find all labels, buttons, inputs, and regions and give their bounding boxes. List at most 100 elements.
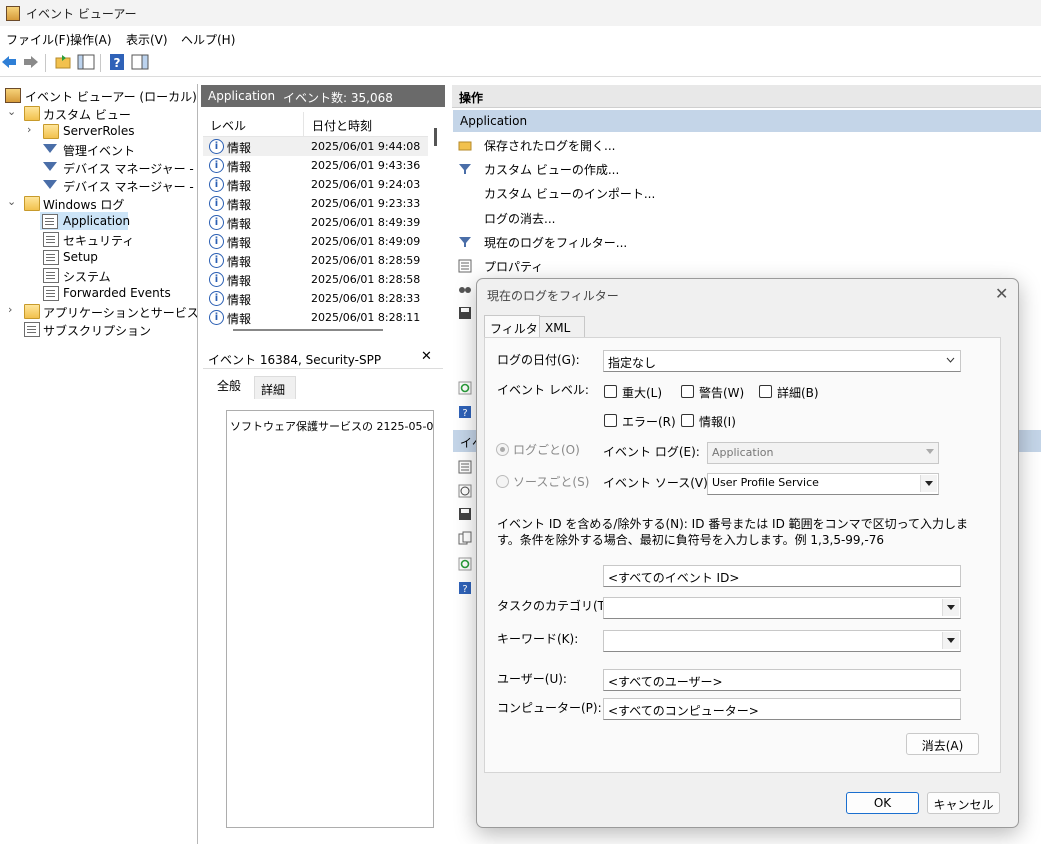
by-source-radio[interactable] (496, 475, 509, 488)
information-icon: i (209, 253, 224, 268)
information-icon: i (209, 272, 224, 287)
menu-file[interactable]: ファイル(F) (6, 31, 70, 48)
tree-device-manager-2[interactable]: デバイス マネージャー - Broth (5, 176, 197, 194)
event-row[interactable]: i 情報 2025/06/01 8:28:59 (203, 251, 428, 270)
critical-checkbox[interactable] (604, 385, 617, 398)
tree-forwarded-events[interactable]: Forwarded Events (5, 284, 195, 302)
help-icon[interactable]: ? (108, 53, 126, 71)
show-hide-tree-icon[interactable] (77, 53, 95, 71)
warning-checkbox[interactable] (681, 385, 694, 398)
menu-action[interactable]: 操作(A) (70, 31, 112, 48)
computer-input[interactable]: <すべてのコンピューター> (603, 698, 961, 720)
event-row[interactable]: i 情報 2025/06/01 9:23:33 (203, 194, 428, 213)
svg-text:?: ? (462, 408, 467, 419)
action-clear-log[interactable]: ログの消去... (484, 210, 555, 227)
tree-server-roles[interactable]: › ServerRoles (5, 122, 195, 140)
event-row[interactable]: i 情報 2025/06/01 8:28:58 (203, 270, 428, 289)
user-input[interactable]: <すべてのユーザー> (603, 669, 961, 691)
chevron-down-icon (946, 357, 955, 363)
tab-details[interactable]: 詳細 (254, 376, 296, 399)
tab-filter[interactable]: フィルター (484, 315, 540, 353)
chevron-right-icon[interactable]: › (27, 123, 31, 136)
tree-system[interactable]: システム (5, 266, 195, 284)
event-row[interactable]: i 情報 2025/06/01 8:49:09 (203, 232, 428, 251)
event-row[interactable]: i 情報 2025/06/01 8:28:33 (203, 289, 428, 308)
tree-custom-views[interactable]: ⌄ カスタム ビュー (5, 104, 195, 122)
event-row[interactable]: i 情報 2025/06/01 8:49:39 (203, 213, 428, 232)
close-icon[interactable]: ✕ (995, 284, 1008, 303)
dialog-title: 現在のログをフィルター (487, 289, 619, 303)
event-source-dropdown[interactable]: User Profile Service (707, 473, 939, 495)
event-log-dropdown[interactable]: Application (707, 442, 939, 464)
task-category-dropdown[interactable] (603, 597, 961, 619)
back-arrow-icon[interactable] (0, 53, 18, 71)
event-row[interactable]: i 情報 2025/06/01 9:24:03 (203, 175, 428, 194)
tree-application[interactable]: Application (40, 212, 130, 230)
tree-windows-logs[interactable]: ⌄ Windows ログ (5, 194, 195, 212)
chevron-down-icon (942, 599, 959, 616)
by-log-radio[interactable] (496, 443, 509, 456)
properties-icon (458, 259, 472, 273)
tab-general[interactable]: 全般 (217, 377, 241, 394)
chevron-down-icon[interactable]: ⌄ (7, 195, 16, 208)
tree-app-services-logs[interactable]: › アプリケーションとサービス ログ (5, 302, 197, 320)
vertical-scrollbar[interactable] (434, 128, 437, 146)
open-folder-icon[interactable] (54, 53, 72, 71)
event-row[interactable]: i 情報 2025/06/01 8:28:11 (203, 308, 428, 327)
action-import-custom-view[interactable]: カスタム ビューのインポート... (484, 185, 655, 202)
tree-subscriptions[interactable]: サブスクリプション (5, 320, 195, 338)
tree-device-manager-1[interactable]: デバイス マネージャー - Broth (5, 158, 197, 176)
save-icon (459, 508, 471, 520)
by-log-label: ログごと(O) (513, 443, 580, 457)
tree-security[interactable]: セキュリティ (5, 230, 195, 248)
column-datetime[interactable]: 日付と時刻 (304, 112, 428, 137)
cancel-button[interactable]: キャンセル (927, 792, 1000, 814)
action-filter-current-log[interactable]: 現在のログをフィルター... (484, 234, 627, 251)
folder-icon (24, 304, 40, 319)
svg-text:?: ? (462, 584, 467, 595)
event-datetime: 2025/06/01 8:49:39 (311, 216, 421, 229)
subscriptions-icon (24, 322, 40, 337)
log-date-dropdown[interactable]: 指定なし (603, 350, 961, 372)
filter-icon (459, 164, 471, 174)
event-row[interactable]: i 情報 2025/06/01 9:43:36 (203, 156, 428, 175)
show-hide-actions-icon[interactable] (131, 53, 149, 71)
tab-xml[interactable]: XML (539, 316, 585, 339)
tree-setup[interactable]: Setup (5, 248, 195, 266)
action-create-custom-view[interactable]: カスタム ビューの作成... (484, 161, 619, 178)
toolbar: ? (0, 50, 1041, 77)
horizontal-scrollbar[interactable] (233, 329, 383, 331)
action-properties[interactable]: プロパティ (484, 258, 543, 275)
ok-button[interactable]: OK (846, 792, 919, 814)
event-datetime: 2025/06/01 8:28:58 (311, 273, 421, 286)
information-checkbox[interactable] (681, 414, 694, 427)
close-icon[interactable]: ✕ (421, 349, 432, 364)
tree-admin-events[interactable]: 管理イベント (5, 140, 195, 158)
keywords-dropdown[interactable] (603, 630, 961, 652)
event-row[interactable]: i 情報 2025/06/01 9:44:08 (203, 137, 428, 156)
error-checkbox[interactable] (604, 414, 617, 427)
action-open-saved-log[interactable]: 保存されたログを開く... (484, 137, 615, 154)
chevron-down-icon (942, 632, 959, 649)
actions-section-application[interactable]: Application (453, 110, 1041, 132)
menu-bar: ファイル(F) 操作(A) 表示(V) ヘルプ(H) (0, 26, 1041, 50)
keywords-label: キーワード(K): (497, 632, 579, 646)
clear-button[interactable]: 消去(A) (906, 733, 979, 755)
forward-arrow-icon[interactable] (22, 53, 40, 71)
warning-label: 警告(W) (699, 386, 745, 400)
chevron-down-icon[interactable]: ⌄ (7, 105, 16, 118)
menu-help[interactable]: ヘルプ(H) (181, 31, 235, 48)
event-id-input[interactable]: <すべてのイベント ID> (603, 565, 961, 587)
event-level: 情報 (227, 293, 252, 307)
menu-view[interactable]: 表示(V) (126, 31, 168, 48)
event-datetime: 2025/06/01 9:44:08 (311, 140, 421, 153)
tree-root[interactable]: イベント ビューアー (ローカル) (5, 86, 197, 104)
chevron-right-icon[interactable]: › (8, 303, 12, 316)
column-level[interactable]: レベル (203, 112, 304, 137)
verbose-checkbox[interactable] (759, 385, 772, 398)
event-level: 情報 (227, 255, 252, 269)
user-label: ユーザー(U): (497, 672, 567, 686)
event-datetime: 2025/06/01 9:43:36 (311, 159, 421, 172)
critical-label: 重大(L) (622, 386, 663, 400)
filter-icon (459, 237, 471, 247)
